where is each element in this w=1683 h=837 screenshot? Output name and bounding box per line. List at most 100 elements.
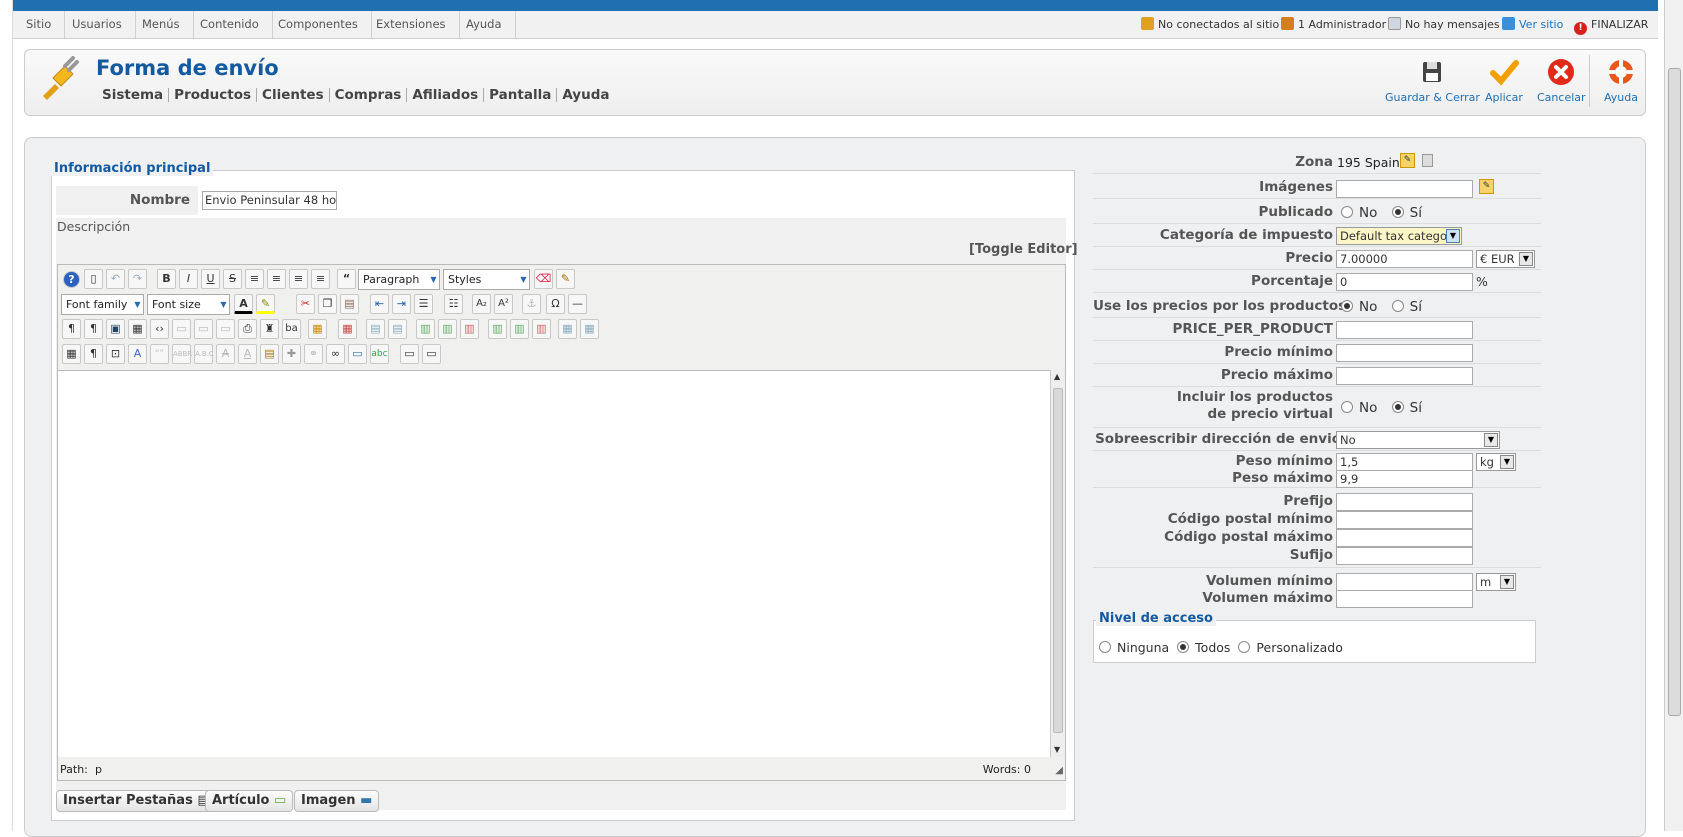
ins-icon[interactable]: A [238, 344, 257, 364]
cp-min-field[interactable] [1336, 511, 1473, 529]
strikethrough-icon[interactable]: S [223, 269, 242, 289]
access-custom-radio[interactable] [1238, 641, 1251, 653]
acronym-icon[interactable]: A.B.C [194, 344, 214, 364]
attributes-icon[interactable]: ▤ [260, 344, 279, 364]
align-left-icon[interactable]: ≡ [289, 269, 308, 289]
editor-scroll-thumb[interactable] [1053, 388, 1063, 733]
font-family-select[interactable]: Font family ▼ [61, 294, 144, 315]
edit-zone-icon[interactable]: ✎ [1400, 153, 1415, 168]
spellcheck-icon[interactable]: abc [370, 344, 389, 364]
paragraph-select[interactable]: Paragraph ▼ [358, 269, 440, 290]
image-icon[interactable]: ▭ [348, 344, 367, 364]
edit-layer-icon[interactable]: ▭ [194, 319, 213, 339]
submenu-sistema[interactable]: Sistema [102, 88, 170, 102]
copy-icon[interactable]: ❐ [318, 294, 337, 314]
col-before-icon[interactable]: ▥ [416, 319, 435, 339]
porcentaje-field[interactable]: 0 [1336, 273, 1473, 291]
highlight-color-icon[interactable]: ✎ [256, 294, 275, 314]
cleanup-broom-icon[interactable]: ✎ [556, 269, 575, 289]
subscript-icon[interactable]: A₂ [472, 294, 491, 314]
table-props-icon[interactable]: ▦ [558, 319, 577, 339]
cut-icon[interactable]: ✂ [296, 294, 315, 314]
incluir-si-radio[interactable] [1391, 401, 1404, 413]
menu-item-contenido[interactable]: Contenido [187, 11, 273, 38]
insert-table-icon[interactable]: ▦ [308, 319, 327, 339]
image-button[interactable]: Imagen ▬ [294, 790, 380, 812]
weight-unit-select[interactable]: kg ▼ [1476, 453, 1516, 471]
non-breaking-icon[interactable]: ⊡ [106, 344, 125, 364]
cp-max-field[interactable] [1336, 529, 1473, 547]
scroll-down-icon[interactable]: ▼ [1054, 745, 1060, 754]
align-right-icon[interactable]: ≡ [311, 269, 330, 289]
submenu-productos[interactable]: Productos [169, 88, 258, 102]
rtl-icon[interactable]: ¶ [84, 319, 103, 339]
logout-link[interactable]: ! FINALIZAR [1574, 11, 1648, 38]
del-icon[interactable]: A [216, 344, 235, 364]
use-prices-no-radio[interactable] [1341, 300, 1353, 312]
row-after-icon[interactable]: ▤ [388, 319, 407, 339]
access-all-radio[interactable] [1177, 641, 1190, 653]
fullscreen-icon[interactable]: ▣ [106, 319, 125, 339]
menu-item-sitio[interactable]: Sitio [13, 11, 66, 38]
ltr-icon[interactable]: ¶ [62, 319, 81, 339]
page-scroll-thumb[interactable] [1668, 68, 1681, 716]
link-icon[interactable]: ∞ [326, 344, 345, 364]
toggle-editor-link[interactable]: [Toggle Editor] [969, 242, 1078, 257]
delete-zone-icon[interactable] [1422, 154, 1433, 167]
col-after-icon[interactable]: ▥ [438, 319, 457, 339]
sufijo-field[interactable] [1336, 547, 1473, 565]
horizontal-rule-icon[interactable]: — [568, 294, 587, 314]
cell-props-icon[interactable]: ▦ [580, 319, 599, 339]
align-justify-icon[interactable]: ≡ [245, 269, 264, 289]
bullet-list-icon[interactable]: ☷ [444, 294, 463, 314]
apply-button[interactable]: Aplicar [1485, 57, 1523, 104]
template-icon[interactable]: ▭ [422, 344, 441, 364]
peso-max-field[interactable]: 9,9 [1336, 470, 1473, 488]
html-source-icon[interactable]: ‹› [150, 319, 169, 339]
superscript-icon[interactable]: A² [494, 294, 513, 314]
blockquote-icon[interactable]: “ [337, 269, 356, 289]
italic-icon[interactable]: I [179, 269, 198, 289]
precio-field[interactable]: 7.00000 [1336, 250, 1473, 268]
view-site-link[interactable]: Ver sitio [1502, 11, 1563, 38]
preview-icon[interactable]: ▦ [128, 319, 147, 339]
print-icon[interactable]: ⎙ [238, 319, 257, 339]
incluir-no-radio[interactable] [1341, 401, 1353, 413]
replace-icon[interactable]: ba [282, 319, 301, 339]
submenu-ayuda[interactable]: Ayuda [557, 88, 614, 102]
find-icon[interactable]: ♜ [260, 319, 279, 339]
currency-select[interactable]: € EUR ▼ [1476, 250, 1535, 268]
absolute-position-icon[interactable]: ▭ [216, 319, 235, 339]
insert-image-icon[interactable]: ✚ [282, 344, 301, 364]
volume-unit-select[interactable]: m ▼ [1476, 573, 1516, 591]
page-scrollbar[interactable] [1664, 0, 1683, 831]
delete-table-icon[interactable]: ▦ [338, 319, 357, 339]
submenu-afiliados[interactable]: Afiliados [407, 88, 485, 102]
scroll-up-icon[interactable]: ▲ [1054, 372, 1060, 381]
menu-item-componentes[interactable]: Componentes [265, 11, 372, 38]
cancel-button[interactable]: Cancelar [1537, 57, 1586, 104]
peso-min-field[interactable]: 1,5 [1336, 453, 1473, 471]
precio-min-field[interactable] [1336, 344, 1473, 362]
edit-images-icon[interactable]: ✎ [1479, 179, 1494, 194]
help-button[interactable]: Ayuda [1604, 57, 1638, 104]
outdent-icon[interactable]: ⇤ [370, 294, 389, 314]
sobreescribir-select[interactable]: No ▼ [1336, 431, 1500, 449]
merge-cells-icon[interactable]: ▥ [510, 319, 529, 339]
status-messages[interactable]: No hay mensajes [1388, 11, 1500, 38]
bold-icon[interactable]: B [157, 269, 176, 289]
menu-item-ayuda[interactable]: Ayuda [453, 11, 516, 38]
imagenes-field[interactable] [1336, 180, 1473, 198]
price-per-product-field[interactable] [1336, 321, 1473, 339]
redo-icon[interactable]: ↷ [128, 269, 147, 289]
editor-scrollbar[interactable]: ▲ ▼ [1050, 370, 1065, 757]
anchor-icon[interactable]: ⚓ [522, 294, 541, 314]
split-cells-icon[interactable]: ▥ [488, 319, 507, 339]
access-none-radio[interactable] [1099, 641, 1111, 653]
precio-max-field[interactable] [1336, 367, 1473, 385]
publicado-no-radio[interactable] [1341, 206, 1353, 218]
help-icon[interactable]: ? [63, 271, 80, 288]
special-character-icon[interactable]: Ω [546, 294, 565, 314]
unlink-icon[interactable]: ⚭ [304, 344, 323, 364]
path-value[interactable]: p [95, 763, 102, 776]
